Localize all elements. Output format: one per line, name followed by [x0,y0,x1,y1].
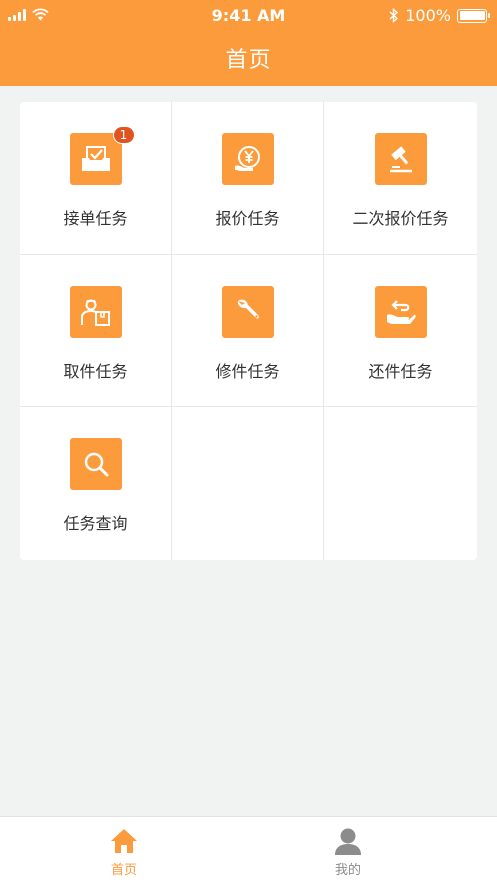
status-bar: 9:41 AM 100% [0,0,497,32]
tab-home[interactable]: 首页 [0,817,248,883]
yuan-quote-icon [221,133,274,185]
battery-icon [457,8,490,23]
bluetooth-icon [389,8,399,23]
tile-accept-task[interactable]: 1 接单任务 [20,102,172,255]
empty-cell [172,407,324,560]
tile-label: 取件任务 [63,362,128,381]
tile-label: 接单任务 [63,209,128,228]
tab-mine[interactable]: 我的 [224,817,472,883]
app-header: 9:41 AM 100% 首页 [0,0,497,86]
tile-label: 修件任务 [215,362,280,381]
page-title: 首页 [225,48,272,73]
tile-label: 任务查询 [63,514,128,533]
tile-label: 报价任务 [215,209,280,228]
empty-cell [324,407,477,560]
home-icon [111,829,137,853]
tile-quote-task[interactable]: 报价任务 [172,102,324,255]
search-icon [69,438,122,490]
tile-return-task[interactable]: 还件任务 [324,255,477,407]
task-grid: 1 接单任务 报价任务 二次报价任务 取件任务 修件任务 还件任务 任务查询 [20,102,477,560]
status-right: 100% [389,6,490,25]
tile-repair-task[interactable]: 修件任务 [172,255,324,407]
tab-mine-label: 我的 [334,863,361,878]
tab-bar: 首页 我的 [0,816,497,883]
inbox-check-icon: 1 [69,126,135,185]
tile-label: 还件任务 [368,362,433,381]
user-icon [335,828,361,855]
gavel-icon [374,133,427,185]
notification-badge: 1 [112,126,135,144]
tab-home-label: 首页 [110,863,137,878]
tile-label: 二次报价任务 [352,209,449,228]
tile-requote-task[interactable]: 二次报价任务 [324,102,477,255]
courier-package-icon [69,286,122,338]
hand-return-icon [374,286,427,338]
wrench-icon [221,286,274,338]
tile-pickup-task[interactable]: 取件任务 [20,255,172,407]
battery-percent: 100% [405,6,451,25]
tile-task-query[interactable]: 任务查询 [20,407,172,560]
